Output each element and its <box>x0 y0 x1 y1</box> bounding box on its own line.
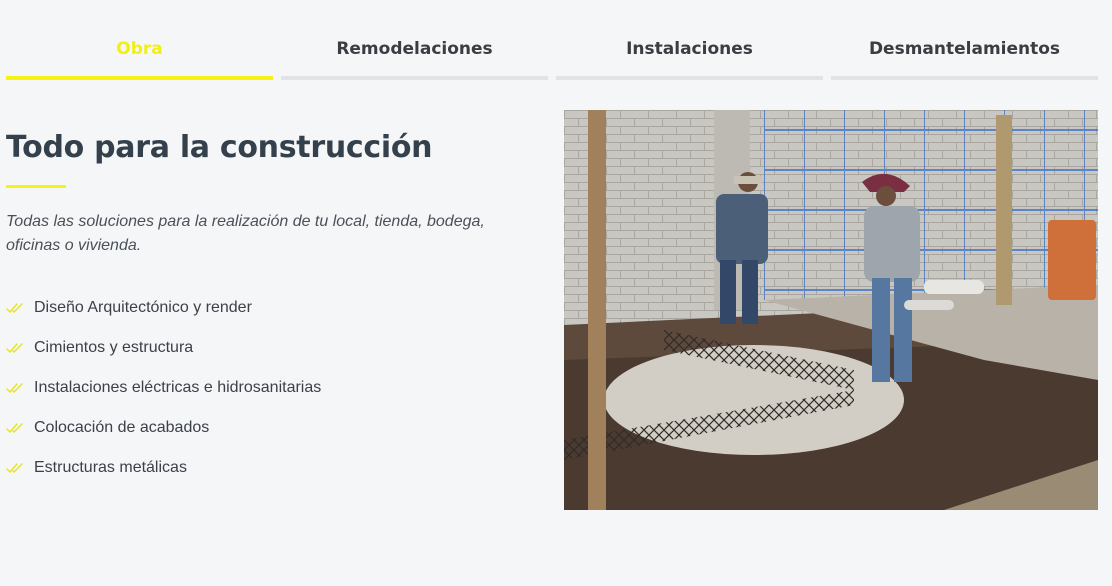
feature-label: Cimientos y estructura <box>34 339 194 356</box>
feature-label: Estructuras metálicas <box>34 459 187 476</box>
feature-list: Diseño Arquitectónico y render Cimientos… <box>6 288 526 488</box>
section-title: Todo para la construcción <box>6 130 433 165</box>
feature-label: Instalaciones eléctricas e hidrosanitari… <box>34 379 322 396</box>
tab-obra-indicator <box>6 76 273 80</box>
feature-item: Estructuras metálicas <box>6 448 526 488</box>
feature-item: Colocación de acabados <box>6 408 526 448</box>
tab-instalaciones[interactable]: Instalaciones <box>556 28 823 80</box>
tab-instalaciones-indicator <box>556 76 823 80</box>
feature-item: Diseño Arquitectónico y render <box>6 288 526 328</box>
double-check-icon <box>6 343 23 354</box>
double-check-icon <box>6 303 23 314</box>
title-underline <box>6 185 66 188</box>
feature-item: Cimientos y estructura <box>6 328 526 368</box>
feature-item: Instalaciones eléctricas e hidrosanitari… <box>6 368 526 408</box>
double-check-icon <box>6 383 23 394</box>
tab-desmantelamientos-indicator <box>831 76 1098 80</box>
tab-desmantelamientos-label: Desmantelamientos <box>868 39 1061 59</box>
service-tabs: Obra Remodelaciones Instalaciones Desman… <box>6 28 1098 80</box>
construction-site-image <box>564 110 1098 510</box>
tab-obra[interactable]: Obra <box>6 28 273 80</box>
tab-panel-content: Todo para la construcción Todas las solu… <box>6 130 526 488</box>
section-subtitle: Todas las soluciones para la realización… <box>6 213 485 254</box>
feature-label: Colocación de acabados <box>34 419 210 436</box>
tab-obra-label: Obra <box>116 39 163 59</box>
tab-instalaciones-label: Instalaciones <box>626 39 753 59</box>
tab-remodelaciones-label: Remodelaciones <box>336 39 493 59</box>
construction-photo <box>564 110 1098 510</box>
double-check-icon <box>6 463 23 474</box>
tab-remodelaciones[interactable]: Remodelaciones <box>281 28 548 80</box>
feature-label: Diseño Arquitectónico y render <box>34 299 252 316</box>
double-check-icon <box>6 423 23 434</box>
tab-remodelaciones-indicator <box>281 76 548 80</box>
tab-desmantelamientos[interactable]: Desmantelamientos <box>831 28 1098 80</box>
